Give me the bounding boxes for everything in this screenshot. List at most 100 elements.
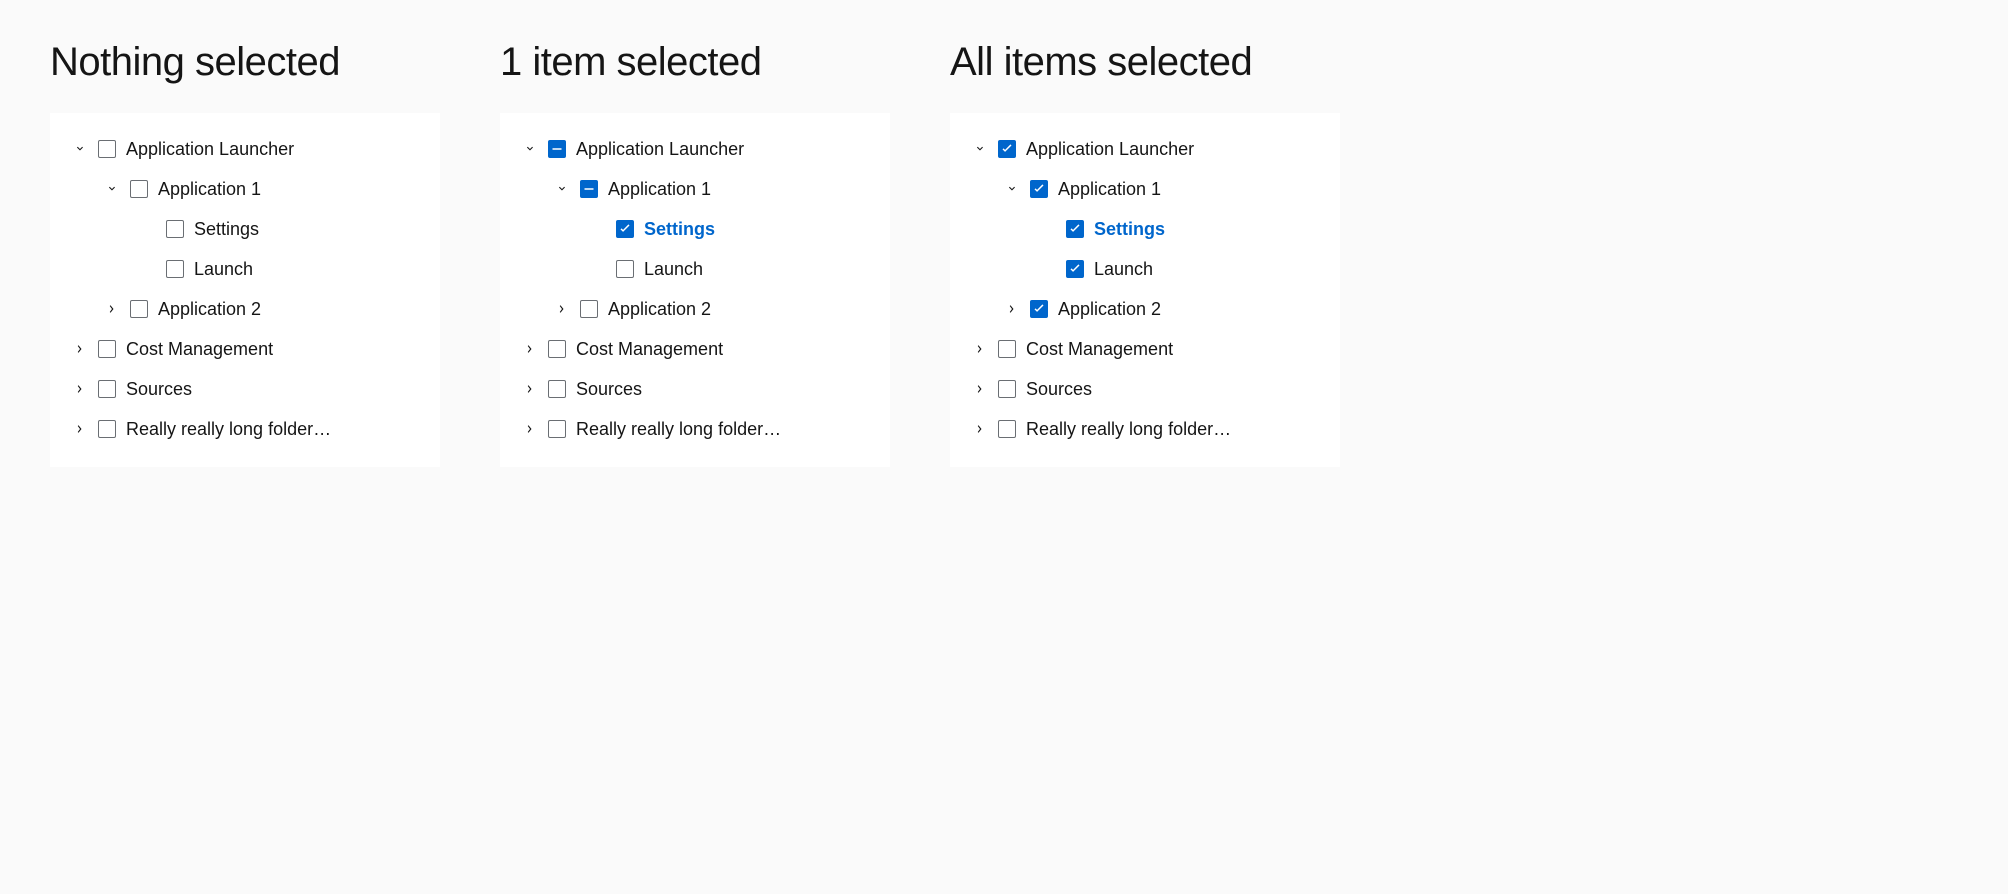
tree-item-label: Really really long folder…	[126, 419, 331, 440]
checkbox[interactable]	[98, 380, 116, 398]
checkbox[interactable]	[166, 220, 184, 238]
tree-item-label: Application Launcher	[1026, 139, 1194, 160]
chevron-down-icon[interactable]	[70, 139, 90, 159]
chevron-right-icon[interactable]	[520, 339, 540, 359]
example-title: 1 item selected	[500, 40, 890, 85]
tree-item-label: Settings	[194, 219, 259, 240]
checkbox[interactable]	[548, 340, 566, 358]
tree-item-label: Settings	[644, 219, 715, 240]
tree-item-label: Launch	[194, 259, 253, 280]
chevron-right-icon[interactable]	[970, 379, 990, 399]
tree-item-long[interactable]: Really really long folder…	[966, 409, 1324, 449]
chevron-right-icon[interactable]	[970, 339, 990, 359]
tree-item-app-launcher[interactable]: Application Launcher	[966, 129, 1324, 169]
tree-item-sources[interactable]: Sources	[516, 369, 874, 409]
tree-item-settings[interactable]: Settings	[66, 209, 424, 249]
checkbox[interactable]	[998, 420, 1016, 438]
chevron-right-icon[interactable]	[520, 419, 540, 439]
tree-item-app-launcher[interactable]: Application Launcher	[516, 129, 874, 169]
chevron-right-icon[interactable]	[552, 299, 572, 319]
tree-item-app1[interactable]: Application 1	[66, 169, 424, 209]
tree-item-label: Application 1	[1058, 179, 1161, 200]
tree-view: Application Launcher Application 1 Setti…	[950, 113, 1340, 467]
example-all-selected: All items selected Application Launcher …	[950, 40, 1340, 467]
tree-item-label: Application 1	[608, 179, 711, 200]
chevron-right-icon[interactable]	[70, 339, 90, 359]
tree-item-label: Application Launcher	[576, 139, 744, 160]
checkbox[interactable]	[548, 420, 566, 438]
tree-item-label: Sources	[1026, 379, 1092, 400]
checkbox[interactable]	[166, 260, 184, 278]
tree-item-label: Cost Management	[576, 339, 723, 360]
chevron-right-icon[interactable]	[520, 379, 540, 399]
checkbox-checked[interactable]	[1066, 260, 1084, 278]
checkbox-checked[interactable]	[1030, 300, 1048, 318]
tree-item-sources[interactable]: Sources	[966, 369, 1324, 409]
chevron-right-icon[interactable]	[102, 299, 122, 319]
tree-item-launch[interactable]: Launch	[966, 249, 1324, 289]
checkbox[interactable]	[130, 300, 148, 318]
checkbox-checked[interactable]	[616, 220, 634, 238]
tree-item-launch[interactable]: Launch	[516, 249, 874, 289]
chevron-down-icon[interactable]	[520, 139, 540, 159]
checkbox[interactable]	[580, 300, 598, 318]
tree-item-label: Application 2	[158, 299, 261, 320]
tree-item-label: Application 2	[1058, 299, 1161, 320]
tree-item-settings[interactable]: Settings	[966, 209, 1324, 249]
tree-item-launch[interactable]: Launch	[66, 249, 424, 289]
examples-row: Nothing selected Application Launcher Ap…	[50, 40, 1958, 467]
checkbox[interactable]	[130, 180, 148, 198]
tree-item-label: Cost Management	[126, 339, 273, 360]
tree-item-sources[interactable]: Sources	[66, 369, 424, 409]
tree-item-label: Application Launcher	[126, 139, 294, 160]
checkbox[interactable]	[98, 420, 116, 438]
tree-item-app2[interactable]: Application 2	[966, 289, 1324, 329]
tree-item-label: Launch	[644, 259, 703, 280]
chevron-right-icon[interactable]	[70, 379, 90, 399]
chevron-down-icon[interactable]	[970, 139, 990, 159]
checkbox[interactable]	[98, 340, 116, 358]
checkbox-indeterminate[interactable]	[580, 180, 598, 198]
tree-view: Application Launcher Application 1 Setti…	[500, 113, 890, 467]
tree-item-long[interactable]: Really really long folder…	[516, 409, 874, 449]
example-one-selected: 1 item selected Application Launcher App…	[500, 40, 890, 467]
tree-item-label: Really really long folder…	[1026, 419, 1231, 440]
chevron-right-icon[interactable]	[1002, 299, 1022, 319]
checkbox-indeterminate[interactable]	[548, 140, 566, 158]
checkbox-checked[interactable]	[1030, 180, 1048, 198]
tree-item-label: Application 2	[608, 299, 711, 320]
chevron-down-icon[interactable]	[552, 179, 572, 199]
chevron-right-icon[interactable]	[70, 419, 90, 439]
checkbox[interactable]	[998, 340, 1016, 358]
tree-view: Application Launcher Application 1 Setti…	[50, 113, 440, 467]
tree-item-cost[interactable]: Cost Management	[966, 329, 1324, 369]
tree-item-label: Sources	[576, 379, 642, 400]
tree-item-settings[interactable]: Settings	[516, 209, 874, 249]
chevron-right-icon[interactable]	[970, 419, 990, 439]
checkbox[interactable]	[616, 260, 634, 278]
tree-item-label: Cost Management	[1026, 339, 1173, 360]
tree-item-label: Sources	[126, 379, 192, 400]
tree-item-app1[interactable]: Application 1	[966, 169, 1324, 209]
tree-item-long[interactable]: Really really long folder…	[66, 409, 424, 449]
tree-item-app2[interactable]: Application 2	[66, 289, 424, 329]
checkbox-checked[interactable]	[998, 140, 1016, 158]
chevron-down-icon[interactable]	[1002, 179, 1022, 199]
tree-item-label: Application 1	[158, 179, 261, 200]
tree-item-label: Really really long folder…	[576, 419, 781, 440]
example-nothing-selected: Nothing selected Application Launcher Ap…	[50, 40, 440, 467]
tree-item-cost[interactable]: Cost Management	[66, 329, 424, 369]
tree-item-app2[interactable]: Application 2	[516, 289, 874, 329]
checkbox[interactable]	[98, 140, 116, 158]
checkbox[interactable]	[548, 380, 566, 398]
tree-item-app1[interactable]: Application 1	[516, 169, 874, 209]
checkbox[interactable]	[998, 380, 1016, 398]
chevron-down-icon[interactable]	[102, 179, 122, 199]
tree-item-label: Settings	[1094, 219, 1165, 240]
example-title: All items selected	[950, 40, 1340, 85]
example-title: Nothing selected	[50, 40, 440, 85]
tree-item-label: Launch	[1094, 259, 1153, 280]
tree-item-app-launcher[interactable]: Application Launcher	[66, 129, 424, 169]
checkbox-checked[interactable]	[1066, 220, 1084, 238]
tree-item-cost[interactable]: Cost Management	[516, 329, 874, 369]
